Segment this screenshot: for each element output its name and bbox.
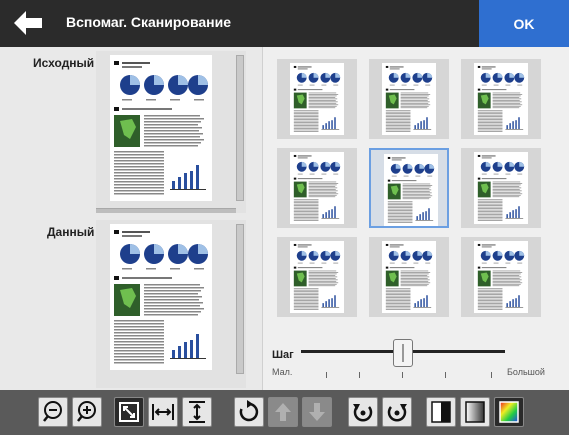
rotate-left-icon	[353, 404, 373, 422]
black-white-button[interactable]	[426, 397, 456, 427]
given-page-image	[110, 224, 212, 370]
color-icon	[499, 401, 519, 423]
candidate-page-thumbnail	[290, 63, 344, 135]
title-bar: Вспомаг. Сканирование OK	[0, 0, 569, 47]
fit-page-button[interactable]	[114, 397, 144, 427]
candidate-cell[interactable]	[461, 237, 541, 317]
slider-tick	[491, 372, 492, 378]
zoom-in-button[interactable]	[72, 397, 102, 427]
slider-tick	[402, 372, 403, 378]
candidate-cell[interactable]	[277, 59, 357, 139]
given-vertical-scrollbar[interactable]	[236, 224, 244, 374]
step-label: Шаг	[272, 349, 294, 361]
fit-height-button[interactable]	[182, 397, 212, 427]
fit-height-icon	[189, 401, 205, 423]
black-white-icon	[431, 401, 451, 423]
candidate-page-thumbnail	[382, 63, 436, 135]
fit-page-icon	[119, 402, 139, 422]
candidate-page-thumbnail	[474, 63, 528, 135]
candidate-page-thumbnail	[474, 241, 528, 313]
candidate-page-thumbnail	[290, 152, 344, 224]
rotate-left-button[interactable]	[348, 397, 378, 427]
back-button[interactable]	[12, 8, 44, 38]
back-arrow-icon	[14, 11, 42, 35]
step-slider-thumb[interactable]	[393, 339, 413, 367]
candidate-grid	[277, 59, 557, 329]
original-preview[interactable]	[96, 51, 246, 213]
zoom-out-icon	[43, 401, 62, 422]
move-up-button[interactable]	[268, 397, 298, 427]
slider-tick	[445, 372, 446, 378]
original-page-image	[110, 55, 212, 201]
ok-button[interactable]: OK	[479, 0, 569, 47]
page-title: Вспомаг. Сканирование	[66, 14, 232, 30]
color-button[interactable]	[494, 397, 524, 427]
candidate-page-thumbnail	[382, 241, 436, 313]
candidate-cell[interactable]	[277, 237, 357, 317]
candidate-page-thumbnail	[290, 241, 344, 313]
candidate-cell[interactable]	[277, 148, 357, 228]
zoom-out-button[interactable]	[38, 397, 68, 427]
original-label: Исходный	[33, 56, 95, 70]
rotate-right-button[interactable]	[382, 397, 412, 427]
move-down-button[interactable]	[302, 397, 332, 427]
original-vertical-scrollbar[interactable]	[236, 55, 244, 201]
candidate-cell[interactable]	[461, 59, 541, 139]
candidate-page-thumbnail	[474, 152, 528, 224]
arrow-down-icon	[309, 403, 325, 421]
rotate-right-icon	[387, 404, 407, 422]
preview-panel: Исходный Данный	[0, 47, 262, 390]
slider-tick	[326, 372, 327, 378]
given-label: Данный	[47, 225, 95, 239]
grayscale-button[interactable]	[460, 397, 490, 427]
fit-width-icon	[152, 404, 174, 420]
rotate-icon	[239, 400, 259, 422]
candidate-cell[interactable]	[461, 148, 541, 228]
given-preview[interactable]	[96, 220, 246, 388]
candidate-cell[interactable]	[369, 59, 449, 139]
rotate-button[interactable]	[234, 397, 264, 427]
fit-width-button[interactable]	[148, 397, 178, 427]
step-min-label: Мал.	[272, 367, 293, 377]
bottom-toolbar	[0, 390, 569, 435]
candidate-cell[interactable]	[369, 237, 449, 317]
step-max-label: Большой	[507, 367, 545, 377]
original-horizontal-scrollbar[interactable]	[96, 208, 236, 213]
candidate-page-thumbnail	[384, 154, 438, 226]
slider-tick	[359, 372, 360, 378]
candidate-cell-selected[interactable]	[369, 148, 449, 228]
zoom-in-icon	[77, 401, 96, 422]
arrow-up-icon	[275, 403, 291, 421]
candidates-panel: Шаг Мал. Большой	[262, 47, 569, 390]
grayscale-icon	[465, 401, 485, 423]
